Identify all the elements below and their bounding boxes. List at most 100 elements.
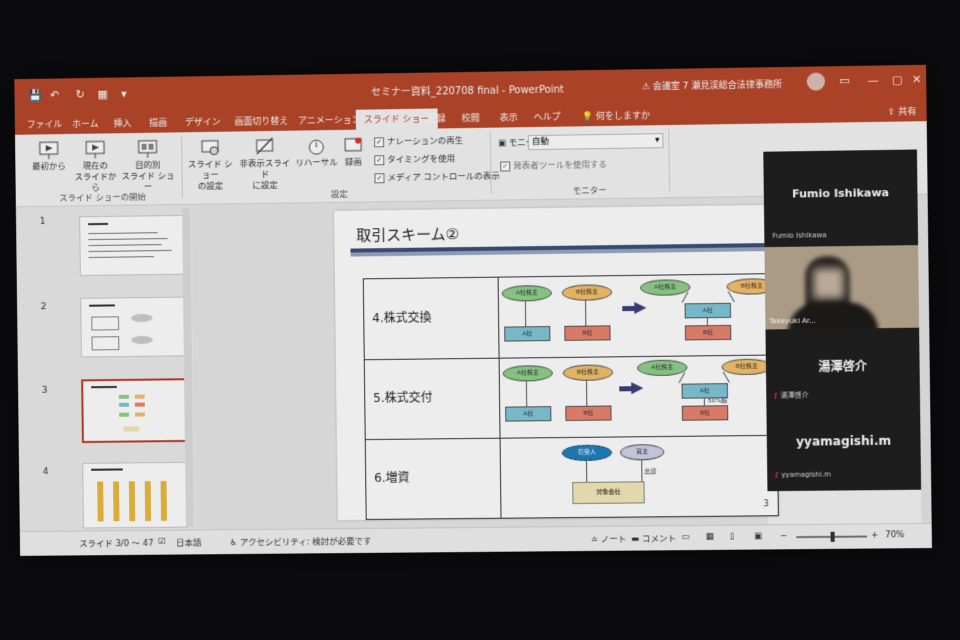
setup-slideshow-button[interactable]: スライド ショー の設定: [185, 137, 235, 192]
diagram-ellipse: A社株主: [640, 279, 690, 296]
connector-line: [723, 372, 730, 383]
arrow-right-icon: [634, 302, 646, 314]
group-label-start: スライド ショーの開始: [59, 191, 146, 204]
reading-view-icon[interactable]: ▯: [730, 532, 735, 542]
thumb-shape: [97, 482, 103, 522]
thumb-shape: [91, 316, 119, 330]
scheme-table[interactable]: 4.株式交換 A社株主 B社株主 A社 B社 A社株主 B社株主 A社 B社 5…: [363, 273, 779, 520]
connector-line: [728, 291, 735, 302]
slide-thumbnail-2[interactable]: [80, 297, 186, 358]
record-button[interactable]: 録画: [338, 136, 368, 169]
presenter-view-checkbox[interactable]: ✓ 発表者ツールを使用する: [500, 158, 607, 172]
notes-button[interactable]: ≐ ノート: [591, 533, 627, 545]
media-controls-checkbox[interactable]: ✓ メディア コントロールの表示: [374, 170, 500, 184]
tell-me-search[interactable]: 💡 何をしますか: [582, 108, 651, 122]
custom-slideshow-icon: [137, 139, 159, 159]
diagram-box: A社: [505, 406, 551, 422]
connector-line: [586, 380, 587, 406]
mic-icon: ʃ: [775, 471, 778, 479]
tab-slideshow[interactable]: スライド ショー: [356, 108, 438, 129]
hide-slide-button[interactable]: 非表示スライド に設定: [237, 137, 293, 193]
zoom-in-icon[interactable]: +: [871, 530, 878, 540]
slide-thumbnail-4[interactable]: [82, 462, 188, 529]
group-label-setup: 設定: [331, 188, 348, 200]
checkmark-icon: ✓: [374, 137, 384, 147]
monitor-icon: ▣: [498, 138, 509, 148]
zoom-level[interactable]: 70%: [885, 530, 904, 540]
share-button[interactable]: ⇪ 共有: [888, 104, 917, 118]
slide-thumbnail-3[interactable]: [81, 378, 189, 443]
tab-insert[interactable]: 挿入: [114, 116, 132, 129]
slide-count: スライド 3/0 〜 47: [79, 537, 153, 550]
diagram-box: A社: [685, 303, 731, 319]
diagram-box: B社: [682, 405, 728, 421]
thumb-shape: [129, 481, 135, 521]
narration-checkbox[interactable]: ✓ ナレーションの再生: [374, 134, 463, 147]
tab-review[interactable]: 校閲: [462, 111, 480, 124]
minimize-icon[interactable]: —: [867, 74, 878, 87]
from-current-button[interactable]: 現在の スライドから: [72, 139, 118, 194]
tab-transitions[interactable]: 画面切り替え: [234, 114, 288, 128]
capital-label: 出資: [644, 466, 656, 475]
arrow-right-icon: [631, 382, 643, 394]
language-indicator[interactable]: 日本語: [176, 536, 201, 548]
tab-help[interactable]: ヘルプ: [534, 110, 561, 123]
thumb-shape: [119, 395, 129, 399]
separator: [668, 129, 670, 191]
tab-draw[interactable]: 描画: [149, 116, 167, 129]
thumb-shape: [119, 413, 129, 417]
timing-checkbox[interactable]: ✓ タイミングを使用: [374, 152, 455, 165]
diagram-ellipse: A社株主: [637, 360, 687, 377]
ribbon-display-icon[interactable]: ▭: [839, 74, 850, 87]
spellcheck-icon[interactable]: ☑: [158, 537, 166, 547]
tab-design[interactable]: デザイン: [185, 115, 221, 128]
thumb-number: 3: [42, 386, 48, 396]
tab-view[interactable]: 表示: [500, 110, 518, 123]
slide-sorter-icon[interactable]: ▦: [705, 532, 713, 542]
table-row: 5.株式交付 A社株主 B社株主 A社 B社 A社株主 B社株主 A社 50%超: [365, 354, 777, 440]
accessibility-status[interactable]: ♿ アクセシビリティ: 検討が必要です: [230, 535, 372, 548]
thumb-shape: [131, 336, 153, 344]
thumb-number: 1: [40, 217, 46, 227]
tab-animations[interactable]: アニメーション: [298, 113, 361, 127]
comments-button[interactable]: ▬ コメント: [631, 532, 676, 544]
thumb-text-line: [88, 232, 157, 234]
zoom-slider-handle[interactable]: [831, 532, 835, 542]
diagram-ellipse-selected[interactable]: 引受人: [562, 445, 612, 462]
thumb-text-line: [89, 256, 154, 258]
custom-slideshow-button[interactable]: 目的別 スライド ショー: [120, 138, 176, 194]
diagram-box: B社: [685, 325, 731, 341]
document-title: セミナー資料_220708 final - PowerPoint: [14, 75, 926, 104]
participant-name-small: ʃ 湯澤啓介: [774, 390, 808, 400]
thumb-text-line: [88, 244, 161, 246]
setup-icon: [199, 138, 221, 158]
thumb-shape: [135, 403, 145, 407]
participant-video[interactable]: Takeyuki Ar...: [764, 245, 919, 329]
warning-icon: ⚠: [642, 82, 653, 92]
current-slide[interactable]: 取引スキーム② 4.株式交換 A社株主 B社株主 A社 B社 A社株主 B社株主…: [334, 205, 779, 520]
maximize-icon[interactable]: ▢: [892, 73, 903, 86]
zoom-out-icon[interactable]: −: [780, 531, 787, 541]
diagram-box: B社: [565, 405, 611, 421]
thumb-title-line: [91, 468, 123, 470]
thumb-number: 2: [41, 302, 47, 312]
tab-record[interactable]: 記録: [428, 111, 446, 124]
slideshow-current-icon: [84, 139, 106, 159]
diagram-ellipse: B社株主: [721, 359, 772, 376]
slide-title[interactable]: 取引スキーム②: [356, 223, 459, 245]
row-label: 4.株式交換: [372, 308, 432, 326]
slideshow-view-icon[interactable]: ▣: [754, 531, 762, 541]
normal-view-icon[interactable]: ▭: [681, 532, 689, 542]
close-icon[interactable]: ✕: [912, 73, 922, 86]
rehearse-timings-button[interactable]: リハーサル: [294, 136, 338, 170]
tab-home[interactable]: ホーム: [72, 117, 99, 130]
from-beginning-button[interactable]: 最初から: [27, 140, 71, 173]
monitor-dropdown[interactable]: 自動 ▾: [528, 133, 664, 150]
mic-icon: ʃ: [774, 392, 777, 400]
thumb-text-line: [88, 238, 167, 240]
checkmark-icon: ✓: [374, 155, 384, 165]
connector-line: [641, 459, 642, 481]
tab-file[interactable]: ファイル: [27, 117, 63, 130]
slide-thumbnail-1[interactable]: [79, 215, 185, 276]
separator: [181, 136, 183, 198]
